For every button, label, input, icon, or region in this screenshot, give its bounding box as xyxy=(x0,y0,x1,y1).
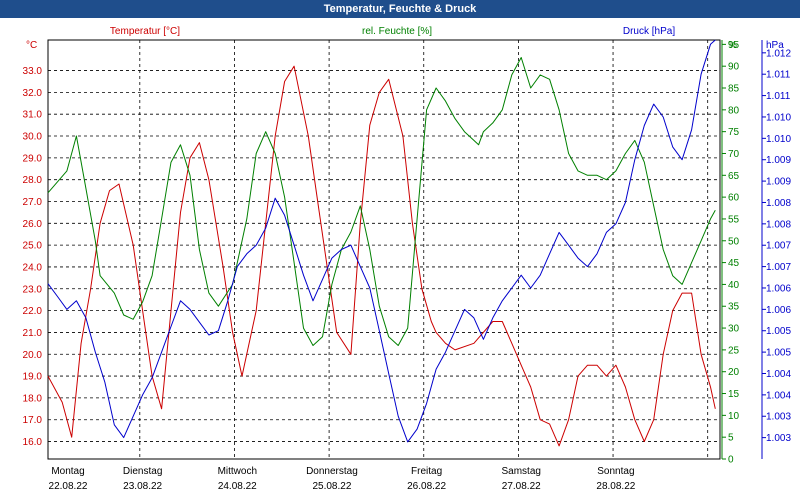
x-day-label: Freitag xyxy=(411,466,442,477)
temp-tick-label: 24.0 xyxy=(23,262,43,273)
humidity-tick-label: 80 xyxy=(728,105,740,116)
pressure-tick-label: 1.011 xyxy=(766,91,791,102)
humidity-tick-label: 50 xyxy=(728,236,740,247)
temp-tick-label: 18.0 xyxy=(23,393,43,404)
temp-tick-label: 16.0 xyxy=(23,437,43,448)
humidity-tick-label: 70 xyxy=(728,149,740,160)
pressure-tick-label: 1.009 xyxy=(766,177,791,188)
pressure-tick-label: 1.005 xyxy=(766,348,791,359)
pressure-tick-label: 1.010 xyxy=(766,134,791,145)
humidity-unit-label: % xyxy=(728,40,737,51)
pressure-unit-label: hPa xyxy=(766,40,784,51)
humidity-tick-label: 30 xyxy=(728,324,740,335)
pressure-tick-label: 1.005 xyxy=(766,326,791,337)
pressure-tick-label: 1.008 xyxy=(766,219,791,230)
pressure-tick-label: 1.006 xyxy=(766,305,791,316)
x-day-label: Montag xyxy=(51,466,84,477)
temp-tick-label: 31.0 xyxy=(23,110,43,121)
pressure-tick-label: 1.007 xyxy=(766,241,791,252)
x-day-label: Mittwoch xyxy=(218,466,257,477)
temp-tick-label: 32.0 xyxy=(23,88,43,99)
legend-label-3: Druck [hPa] xyxy=(623,26,675,37)
pressure-tick-label: 1.008 xyxy=(766,198,791,209)
x-date-label: 23.08.22 xyxy=(123,481,162,492)
pressure-tick-label: 1.003 xyxy=(766,433,791,444)
temp-tick-label: 23.0 xyxy=(23,284,43,295)
temp-tick-label: 19.0 xyxy=(23,372,43,383)
x-day-label: Sonntag xyxy=(597,466,634,477)
x-day-label: Donnerstag xyxy=(306,466,358,477)
humidity-tick-label: 5 xyxy=(728,433,734,444)
humidity-tick-label: 90 xyxy=(728,62,740,73)
x-day-label: Samstag xyxy=(502,466,541,477)
x-day-label: Dienstag xyxy=(123,466,162,477)
legend: Temperatur [°C] rel. Feuchte [%] Druck [hP… xyxy=(110,26,675,37)
humidity-tick-label: 40 xyxy=(728,280,740,291)
temp-tick-label: 29.0 xyxy=(23,153,43,164)
temp-tick-label: 17.0 xyxy=(23,415,43,426)
humidity-tick-label: 0 xyxy=(728,455,734,466)
temp-tick-label: 25.0 xyxy=(23,241,43,252)
legend-label-2: rel. Feuchte [%] xyxy=(362,26,432,37)
humidity-tick-label: 85 xyxy=(728,84,740,95)
humidity-tick-label: 45 xyxy=(728,258,740,269)
pressure-tick-label: 1.010 xyxy=(766,112,791,123)
humidity-tick-label: 35 xyxy=(728,302,740,313)
pressure-tick-label: 1.011 xyxy=(766,70,791,81)
pressure-tick-label: 1.009 xyxy=(766,155,791,166)
temp-tick-label: 33.0 xyxy=(23,66,43,77)
humidity-tick-label: 25 xyxy=(728,345,740,356)
humidity-tick-label: 55 xyxy=(728,214,740,225)
temp-tick-label: 20.0 xyxy=(23,350,43,361)
temp-tick-label: 27.0 xyxy=(23,197,43,208)
temp-tick-label: 21.0 xyxy=(23,328,43,339)
humidity-tick-label: 60 xyxy=(728,193,740,204)
pressure-tick-label: 1.006 xyxy=(766,283,791,294)
pressure-tick-label: 1.003 xyxy=(766,412,791,423)
window-title: Temperatur, Feuchte & Druck xyxy=(0,0,800,18)
plot-area xyxy=(47,39,721,460)
humidity-tick-label: 15 xyxy=(728,389,740,400)
chart: 16.0 17.0 18.0 19.0 20.0 21.0 22.0 23.0 24.0 25.0… xyxy=(23,26,792,492)
temp-unit-label: °C xyxy=(26,40,37,51)
x-date-label: 28.08.22 xyxy=(596,481,635,492)
humidity-tick-label: 10 xyxy=(728,411,740,422)
humidity-tick-label: 20 xyxy=(728,367,740,378)
x-date-label: 22.08.22 xyxy=(49,481,88,492)
humidity-tick-label: 65 xyxy=(728,171,740,182)
temp-tick-label: 30.0 xyxy=(23,132,43,143)
x-date-label: 27.08.22 xyxy=(502,481,541,492)
temp-tick-label: 22.0 xyxy=(23,306,43,317)
pressure-tick-label: 1.004 xyxy=(766,369,791,380)
x-date-label: 24.08.22 xyxy=(218,481,257,492)
pressure-tick-label: 1.004 xyxy=(766,390,791,401)
x-date-label: 26.08.22 xyxy=(407,481,446,492)
pressure-tick-label: 1.007 xyxy=(766,262,791,273)
temp-tick-label: 26.0 xyxy=(23,219,43,230)
humidity-tick-label: 75 xyxy=(728,127,740,138)
temp-tick-label: 28.0 xyxy=(23,175,43,186)
x-date-label: 25.08.22 xyxy=(312,481,351,492)
legend-label-1: Temperatur [°C] xyxy=(110,26,180,37)
